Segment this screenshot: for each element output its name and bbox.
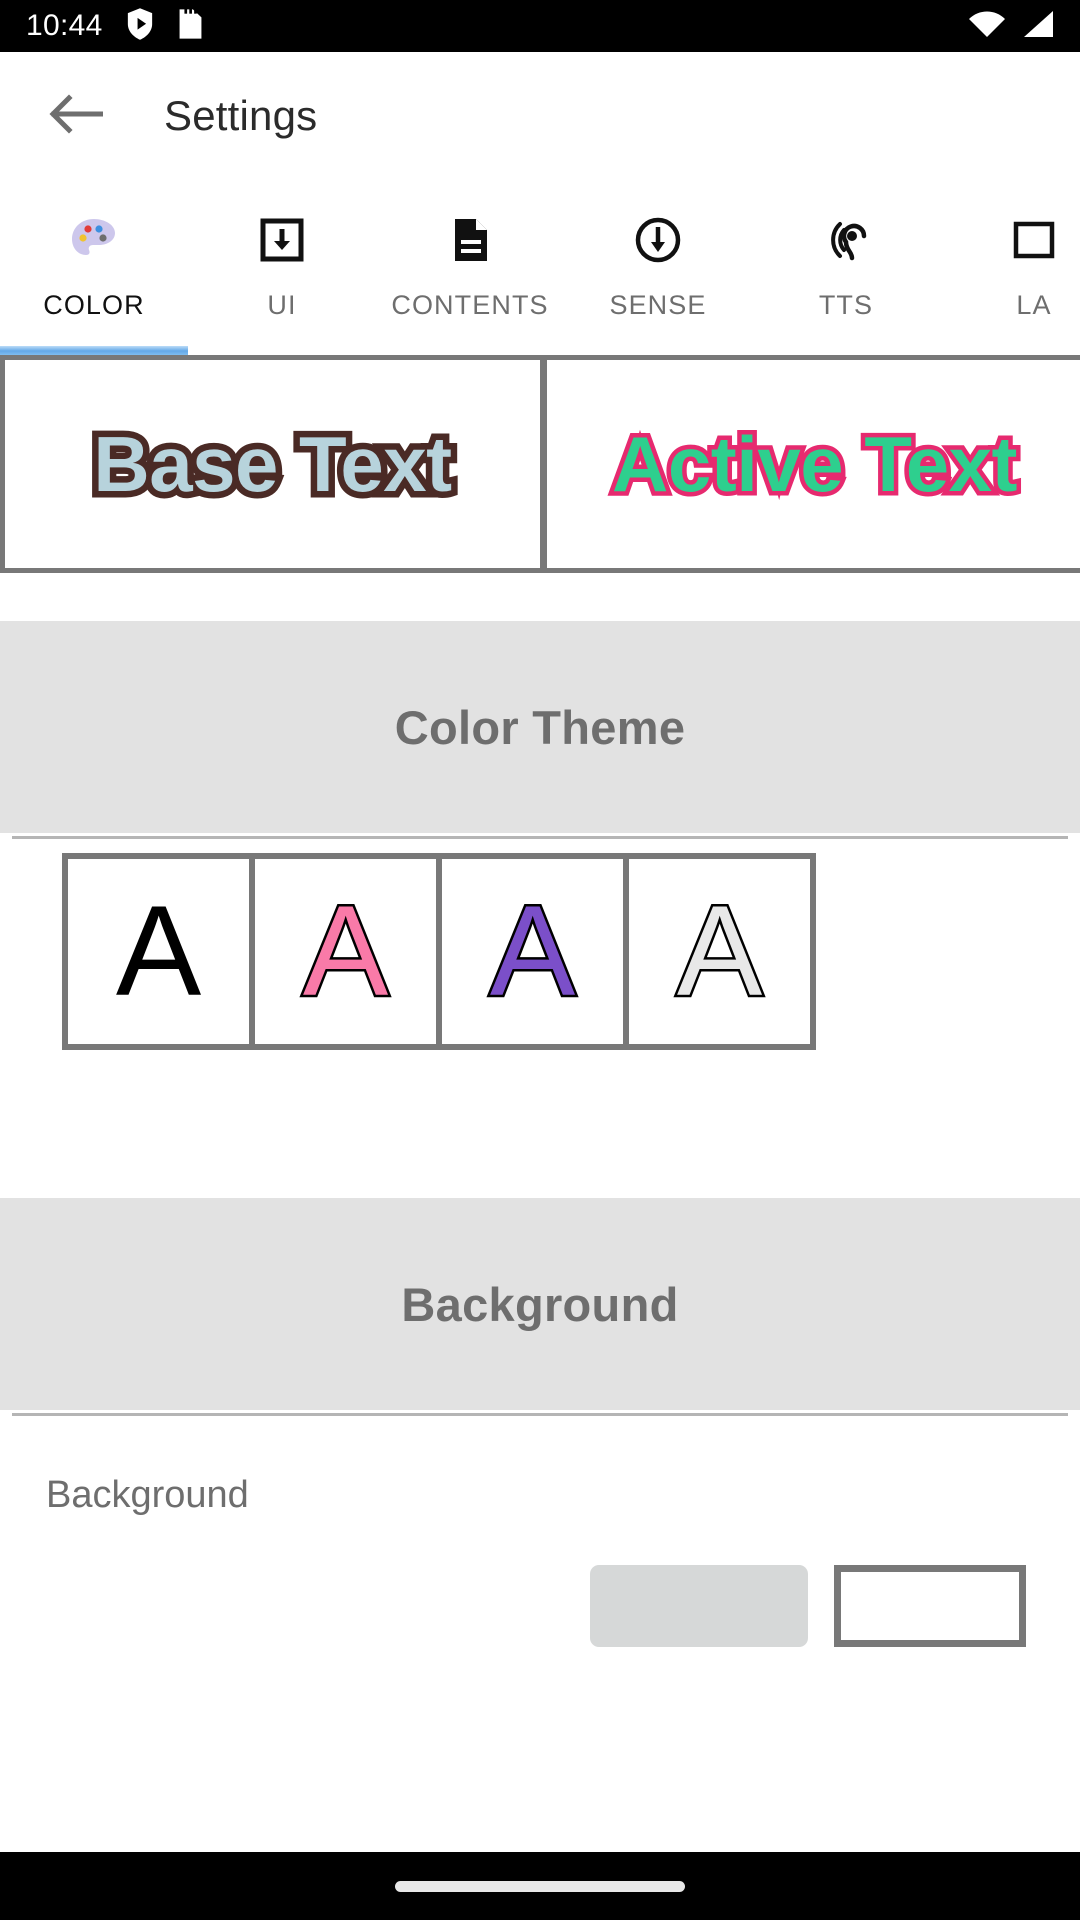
background-row-label: Background	[46, 1474, 249, 1516]
background-setting-row: Background	[0, 1416, 1080, 1647]
hearing-ear-icon	[820, 212, 872, 268]
spacer-above-color-theme	[0, 573, 1080, 621]
theme-letter-white: A	[674, 879, 764, 1023]
settings-tab-bar: COLOR UI CONTENTS SENSE TTS LA	[0, 180, 1080, 355]
document-lines-icon	[444, 212, 496, 268]
color-theme-header: Color Theme	[0, 621, 1080, 833]
background-title: Background	[401, 1277, 679, 1331]
active-text-preview[interactable]: Active Text	[547, 360, 1080, 568]
arrow-back-icon	[49, 93, 104, 139]
background-color-pill[interactable]	[590, 1565, 808, 1647]
theme-swatch-white[interactable]: A	[629, 859, 810, 1044]
phone-screen: 10:44 Settings COLOR UI CONTENTS SENSE T…	[0, 0, 1080, 1920]
tab-tts[interactable]: TTS	[752, 180, 940, 340]
page-title: Settings	[164, 92, 318, 139]
theme-letter-black: A	[115, 879, 202, 1023]
background-header: Background	[0, 1198, 1080, 1410]
tab-label-layout: LA	[1016, 290, 1052, 320]
wifi-icon	[968, 10, 1006, 43]
theme-swatch-purple[interactable]: A	[442, 859, 623, 1044]
active-text-sample: Active Text	[608, 415, 1022, 512]
spacer-above-background	[0, 1050, 1080, 1198]
color-theme-title: Color Theme	[394, 700, 686, 754]
tab-label-sense: SENSE	[609, 290, 707, 320]
sd-card-icon	[177, 7, 204, 46]
active-tab-indicator	[0, 346, 188, 355]
tab-label-contents: CONTENTS	[391, 290, 549, 320]
base-text-sample: Base Text	[87, 413, 459, 514]
cellular-signal-icon	[1020, 10, 1054, 43]
tab-color[interactable]: COLOR	[0, 180, 188, 340]
tab-sense[interactable]: SENSE	[564, 180, 752, 340]
back-button[interactable]	[40, 80, 112, 152]
app-bar: Settings	[0, 52, 1080, 180]
tab-label-ui: UI	[267, 290, 297, 320]
theme-letter-pink: A	[300, 879, 390, 1023]
text-preview-row: Base Text Active Text	[0, 355, 1080, 573]
color-theme-swatch-area: A A A A	[0, 839, 1080, 1050]
status-left-icon-group	[125, 7, 204, 46]
circle-arrow-down-icon	[632, 212, 684, 268]
shield-play-icon	[125, 7, 155, 46]
tab-ui[interactable]: UI	[188, 180, 376, 340]
status-bar: 10:44	[0, 0, 1080, 52]
background-control-group	[46, 1565, 1034, 1647]
status-right-icon-group	[968, 0, 1054, 52]
tab-contents[interactable]: CONTENTS	[376, 180, 564, 340]
status-clock: 10:44	[26, 9, 103, 42]
background-preview-box[interactable]	[834, 1565, 1026, 1647]
theme-letter-purple: A	[487, 879, 577, 1023]
tab-label-color: COLOR	[43, 290, 145, 320]
system-nav-bar	[0, 1852, 1080, 1920]
box-download-icon	[256, 212, 308, 268]
home-gesture-handle[interactable]	[395, 1880, 685, 1892]
theme-swatch-pink[interactable]: A	[255, 859, 436, 1044]
tab-layout[interactable]: LA	[940, 180, 1080, 340]
color-theme-swatch-row: A A A A	[62, 853, 816, 1050]
tab-label-tts: TTS	[818, 290, 874, 320]
base-text-preview[interactable]: Base Text	[5, 360, 540, 568]
palette-icon	[68, 212, 120, 268]
layout-icon	[1008, 212, 1060, 268]
theme-swatch-black[interactable]: A	[68, 859, 249, 1044]
